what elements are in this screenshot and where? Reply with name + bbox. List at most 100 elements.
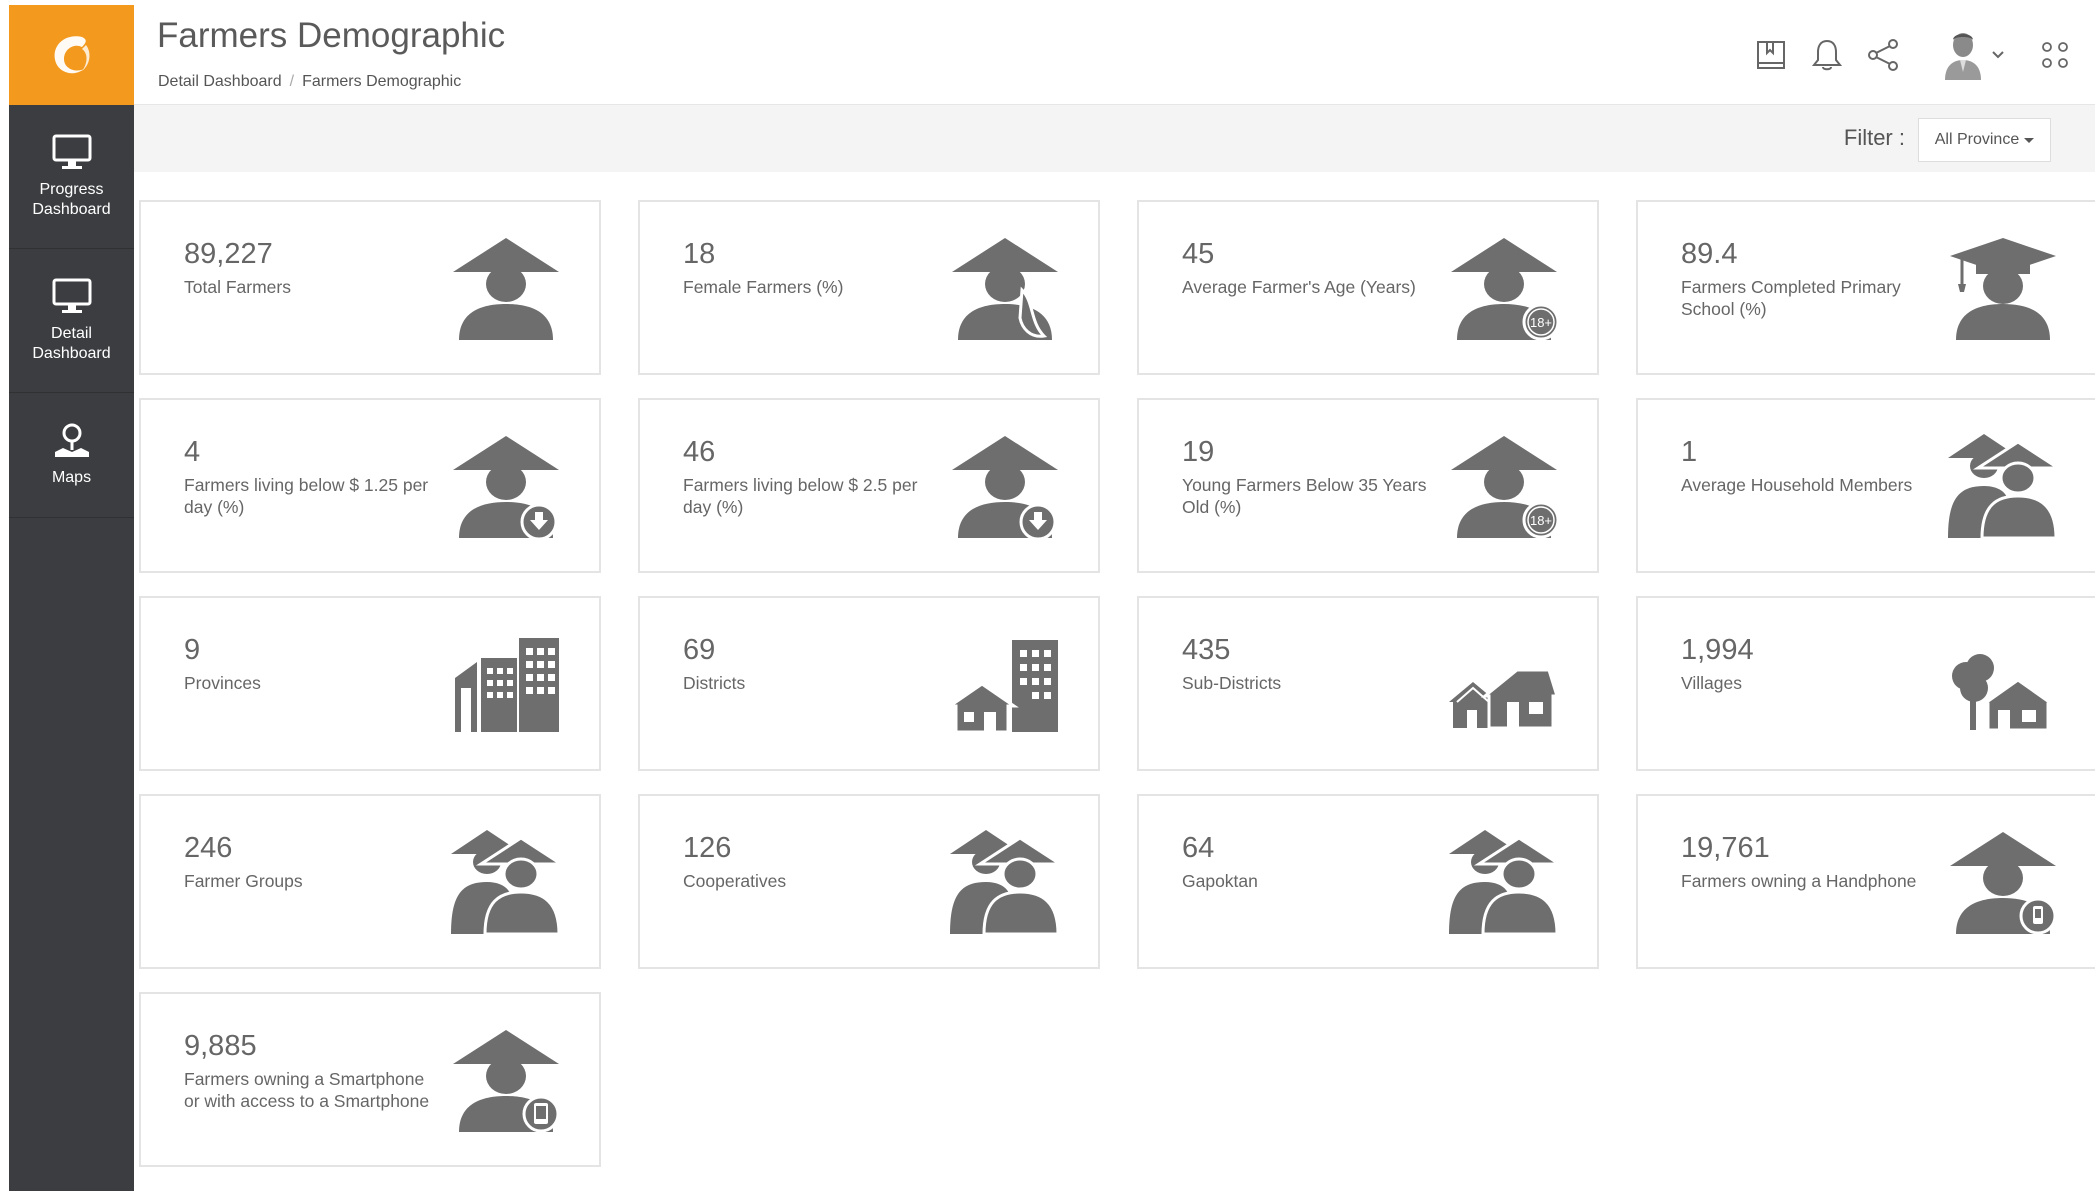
stat-value: 1,994 <box>1681 634 1754 666</box>
stat-card-primary-school[interactable]: 89.4 Farmers Completed Primary School (%… <box>1636 200 2095 375</box>
stat-label: Farmers living below $ 2.5 per day (%) <box>683 475 918 517</box>
stat-value: 89,227 <box>184 238 273 270</box>
stat-value: 69 <box>683 634 716 666</box>
stat-card-gapoktan[interactable]: 64 Gapoktan <box>1137 794 1599 969</box>
farmer-age-icon: 18+ <box>1449 232 1559 341</box>
stat-value: 9,885 <box>184 1030 257 1062</box>
stat-value: 64 <box>1182 832 1215 864</box>
farmer-poverty-icon <box>451 430 561 540</box>
group-icon <box>950 826 1060 936</box>
stat-card-farmer-groups[interactable]: 246 Farmer Groups <box>139 794 601 969</box>
chevron-down-icon <box>1992 51 2004 59</box>
province-filter-select[interactable]: All Province <box>1918 118 2051 162</box>
district-icon <box>950 640 1058 734</box>
book-icon[interactable] <box>1751 35 1791 75</box>
stat-value: 46 <box>683 436 716 468</box>
stat-card-below-1-25[interactable]: 4 Farmers living below $ 1.25 per day (%… <box>139 398 601 573</box>
sidebar: Progress Dashboard Detail Dashboard Maps <box>9 5 134 1191</box>
stat-label: Districts <box>683 673 746 693</box>
avatar <box>1945 33 1981 80</box>
sidebar-item-detail-dashboard[interactable]: Detail Dashboard <box>9 249 134 393</box>
stat-card-below-2-5[interactable]: 46 Farmers living below $ 2.5 per day (%… <box>638 398 1100 573</box>
farmer-smartphone-icon <box>451 1024 560 1133</box>
farmer-age-icon: 18+ <box>1449 430 1559 539</box>
stat-value: 126 <box>683 832 732 864</box>
share-icon[interactable] <box>1863 35 1903 75</box>
stat-value: 19 <box>1182 436 1215 468</box>
stat-label: Farmers living below $ 1.25 per day (%) <box>184 475 429 517</box>
bell-icon[interactable] <box>1807 35 1847 75</box>
map-pin-icon <box>54 423 89 457</box>
sidebar-item-label: Maps <box>51 469 92 486</box>
stat-value: 18 <box>683 238 716 270</box>
stat-value: 246 <box>184 832 233 864</box>
stat-label: Gapoktan <box>1182 871 1258 891</box>
stat-value: 45 <box>1182 238 1215 270</box>
female-farmer-icon <box>950 232 1060 342</box>
stat-label: Provinces <box>184 673 261 693</box>
stat-label: Cooperatives <box>683 871 787 891</box>
stat-value: 4 <box>184 436 201 468</box>
household-icon <box>1948 430 2058 540</box>
stat-label: Total Farmers <box>184 277 291 297</box>
buildings-icon <box>455 638 559 732</box>
group-icon <box>451 826 561 936</box>
breadcrumb-link-detail-dashboard[interactable]: Detail Dashboard <box>158 73 282 90</box>
farmer-poverty-icon <box>950 430 1060 540</box>
stat-label: Farmers Completed Primary School (%) <box>1681 277 1901 319</box>
apps-grid-icon[interactable] <box>2035 35 2075 75</box>
houses-icon <box>1449 668 1559 730</box>
logo-icon <box>54 36 89 74</box>
stat-card-cooperatives[interactable]: 126 Cooperatives <box>638 794 1100 969</box>
stat-card-total-farmers[interactable]: 89,227 Total Farmers <box>139 200 601 375</box>
filter-selected-value: All Province <box>1934 131 2020 148</box>
farmer-icon <box>451 232 561 342</box>
group-icon <box>1449 826 1559 936</box>
filter-label: Filter : <box>1843 125 1905 150</box>
monitor-icon <box>52 134 91 169</box>
page-title: Farmers Demographic <box>157 16 506 55</box>
graduate-farmer-icon <box>1950 238 2056 340</box>
stat-card-districts[interactable]: 69 Districts <box>638 596 1100 771</box>
user-menu[interactable] <box>1943 30 2005 80</box>
monitor-icon <box>52 278 91 313</box>
sidebar-item-progress-dashboard[interactable]: Progress Dashboard <box>9 105 134 249</box>
stat-value: 435 <box>1182 634 1231 666</box>
stat-card-female-farmers[interactable]: 18 Female Farmers (%) <box>638 200 1100 375</box>
stat-value: 9 <box>184 634 201 666</box>
village-icon <box>1952 654 2057 732</box>
breadcrumb-current: Farmers Demographic <box>302 73 462 90</box>
caret-down-icon <box>2024 137 2035 143</box>
stat-label: Female Farmers (%) <box>683 277 844 297</box>
stat-label: Sub-Districts <box>1182 673 1282 693</box>
sidebar-item-label: Progress Dashboard <box>32 180 111 218</box>
stat-label: Farmer Groups <box>184 871 303 891</box>
stat-value: 19,761 <box>1681 832 1770 864</box>
stat-label: Farmers owning a Smartphone or with acce… <box>184 1069 430 1111</box>
stat-label: Villages <box>1681 673 1742 693</box>
stat-card-young-farmers[interactable]: 19 Young Farmers Below 35 Years Old (%) … <box>1137 398 1599 573</box>
breadcrumb-separator: / <box>289 73 295 90</box>
age-badge: 18+ <box>1530 513 1552 528</box>
stat-card-household-members[interactable]: 1 Average Household Members <box>1636 398 2095 573</box>
stat-card-villages[interactable]: 1,994 Villages <box>1636 596 2095 771</box>
stat-label: Average Farmer's Age (Years) <box>1182 277 1416 297</box>
farmer-phone-icon <box>1948 826 2057 935</box>
stat-card-handphone[interactable]: 19,761 Farmers owning a Handphone <box>1636 794 2095 969</box>
stat-label: Average Household Members <box>1681 475 1913 495</box>
header-actions <box>1735 30 2075 80</box>
header: Farmers Demographic Detail Dashboard / Far… <box>134 0 2095 105</box>
filter-bar: Filter : All Province <box>134 105 2095 172</box>
sidebar-item-label: Detail Dashboard <box>32 324 111 362</box>
stat-value: 1 <box>1681 436 1698 468</box>
app-logo[interactable] <box>9 5 134 105</box>
stat-value: 89.4 <box>1681 238 1738 270</box>
stat-card-smartphone[interactable]: 9,885 Farmers owning a Smartphone or wit… <box>139 992 601 1167</box>
sidebar-item-maps[interactable]: Maps <box>9 393 134 518</box>
stat-label: Farmers owning a Handphone <box>1681 871 1917 891</box>
stat-label: Young Farmers Below 35 Years Old (%) <box>1182 475 1427 517</box>
stat-card-provinces[interactable]: 9 Provinces <box>139 596 601 771</box>
stat-card-sub-districts[interactable]: 435 Sub-Districts <box>1137 596 1599 771</box>
age-badge: 18+ <box>1530 315 1552 330</box>
stat-card-average-age[interactable]: 45 Average Farmer's Age (Years) 18+ <box>1137 200 1599 375</box>
